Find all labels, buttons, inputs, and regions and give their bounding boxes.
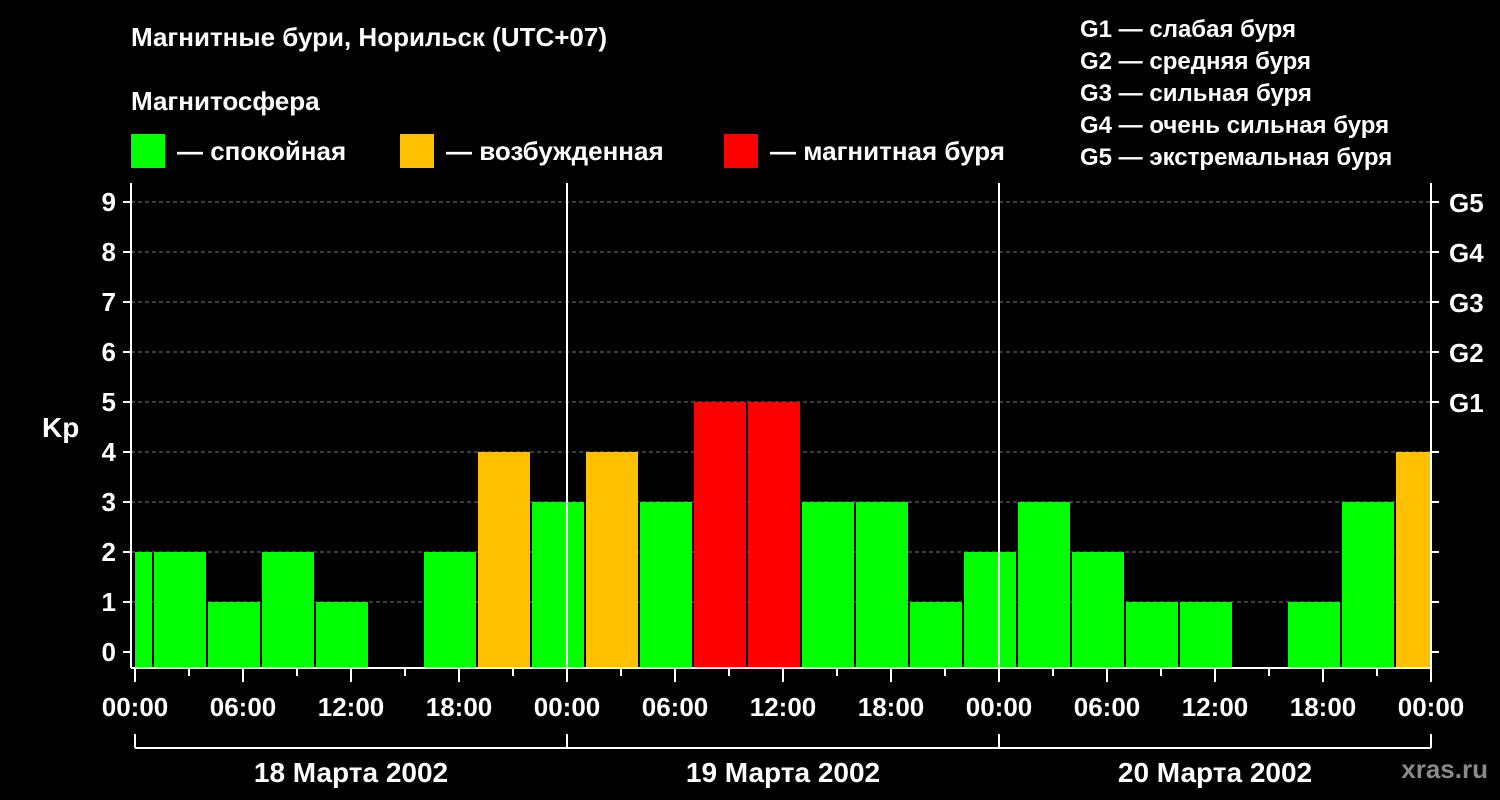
y-tick-label: 9 (102, 187, 116, 217)
kp-bar (1072, 552, 1124, 668)
kp-bar (694, 402, 746, 668)
kp-bar-chart: 0 1 2 3 4 5 6 7 8 9 G1 G2 G3 G4 G5 Kp 00:00 06:00 12:00 18:… (42, 183, 1484, 788)
kp-bar (208, 602, 260, 668)
kp-bar (1288, 602, 1340, 668)
kp-bar (1342, 502, 1394, 668)
g-tick-label: G2 (1449, 338, 1484, 368)
kp-bar (856, 502, 908, 668)
kp-bar (802, 502, 854, 668)
g-tick-label: G4 (1449, 238, 1484, 268)
kp-bar (532, 502, 584, 668)
day-label: 20 Марта 2002 (1118, 757, 1312, 788)
y-tick-label: 0 (102, 637, 116, 667)
kp-bar (1126, 602, 1178, 668)
x-tick-label: 12:00 (318, 692, 385, 722)
kp-bar (748, 402, 800, 668)
y-tick-label: 4 (102, 437, 117, 467)
kp-bar (135, 552, 152, 668)
x-tick-label: 00:00 (534, 692, 601, 722)
kp-bar (1018, 502, 1070, 668)
g-tick-label: G1 (1449, 388, 1484, 418)
x-tick-label: 00:00 (1398, 692, 1465, 722)
x-tick-label: 12:00 (1182, 692, 1249, 722)
kp-bar (262, 552, 314, 668)
g-tick-label: G3 (1449, 288, 1484, 318)
kp-bar (586, 452, 638, 668)
y-tick-label: 3 (102, 487, 116, 517)
y-tick-label: 5 (102, 387, 116, 417)
x-tick-label: 00:00 (102, 692, 169, 722)
kp-bar (640, 502, 692, 668)
kp-bar (1396, 452, 1430, 668)
y-tick-label: 8 (102, 237, 116, 267)
y-tick-label: 2 (102, 537, 116, 567)
x-tick-label: 06:00 (210, 692, 277, 722)
kp-bar (154, 552, 206, 668)
y-tick-label: 7 (102, 287, 116, 317)
x-tick-label: 18:00 (426, 692, 493, 722)
y-axis-label: Kp (42, 412, 79, 443)
kp-bar (910, 602, 962, 668)
y-tick-label: 1 (102, 587, 116, 617)
day-label: 19 Марта 2002 (686, 757, 880, 788)
kp-bar (478, 452, 530, 668)
watermark: xras.ru (1401, 754, 1488, 784)
kp-bar (1180, 602, 1232, 668)
kp-bar (316, 602, 368, 668)
day-label: 18 Марта 2002 (254, 757, 448, 788)
g-tick-label: G5 (1449, 188, 1484, 218)
x-tick-label: 06:00 (642, 692, 709, 722)
kp-bar (964, 552, 1016, 668)
x-tick-label: 18:00 (1290, 692, 1357, 722)
x-tick-label: 06:00 (1074, 692, 1141, 722)
x-tick-label: 00:00 (966, 692, 1033, 722)
x-tick-label: 12:00 (750, 692, 817, 722)
y-tick-label: 6 (102, 337, 116, 367)
kp-bar (424, 552, 476, 668)
x-tick-label: 18:00 (858, 692, 925, 722)
